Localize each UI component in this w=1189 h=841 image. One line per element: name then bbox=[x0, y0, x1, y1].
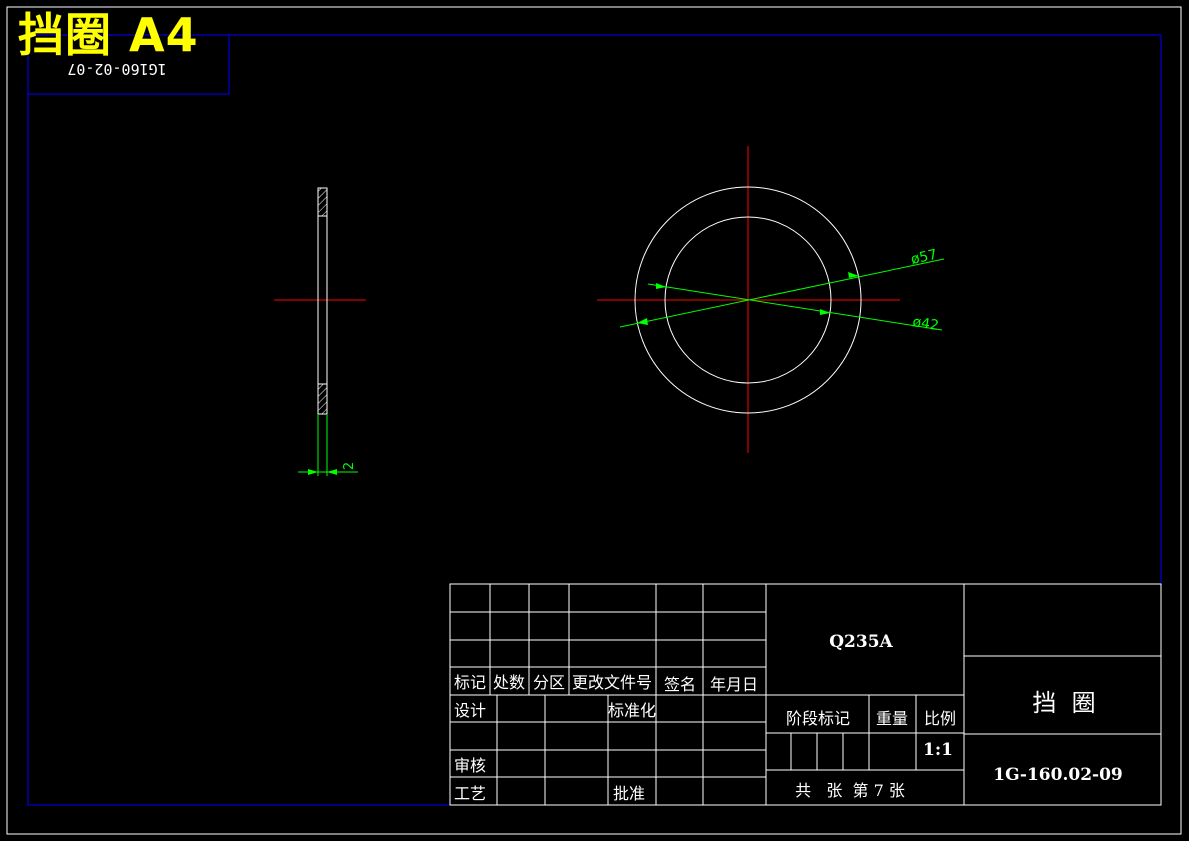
rev-header-count: 处数 bbox=[493, 673, 525, 692]
rev-header-doc: 更改文件号 bbox=[572, 673, 652, 692]
cad-drawing: 1G160-02-07 2 ø57 ø42 标记 处数 分区 更改文件号 签名 … bbox=[6, 6, 1182, 835]
drawing-code-text: 1G160-02-07 bbox=[67, 60, 166, 78]
rev-header-zone: 分区 bbox=[533, 673, 565, 692]
label-approve: 批准 bbox=[613, 784, 645, 803]
thickness-dim-text: 2 bbox=[342, 462, 357, 470]
rev-header-date: 年月日 bbox=[710, 675, 758, 694]
material-text: Q235A bbox=[829, 632, 893, 652]
hatch-bottom bbox=[317, 383, 328, 415]
weight-label: 重量 bbox=[876, 709, 908, 728]
label-process: 工艺 bbox=[454, 784, 486, 803]
stage-mark-label: 阶段标记 bbox=[786, 709, 850, 728]
label-review: 审核 bbox=[454, 756, 486, 775]
side-view bbox=[274, 187, 366, 415]
label-design: 设计 bbox=[454, 701, 486, 720]
hatch-top bbox=[317, 187, 328, 217]
thickness-dimension: 2 bbox=[298, 414, 358, 476]
label-standardize: 标准化 bbox=[608, 701, 656, 720]
outer-diameter-text: ø57 bbox=[910, 247, 939, 268]
rev-header-sign: 签名 bbox=[664, 675, 696, 694]
sheet-info: 共 张 第 7 张 bbox=[795, 781, 905, 800]
scale-value: 1:1 bbox=[923, 740, 953, 760]
scale-label: 比例 bbox=[924, 709, 956, 728]
watermark-title: 挡圈 A4 bbox=[18, 8, 199, 62]
outer-border bbox=[6, 6, 1182, 835]
rev-header-mark: 标记 bbox=[454, 673, 486, 692]
drawing-number: 1G-160.02-09 bbox=[993, 765, 1123, 785]
part-name: 挡 圈 bbox=[1032, 689, 1095, 717]
inner-diameter-text: ø42 bbox=[911, 314, 940, 334]
